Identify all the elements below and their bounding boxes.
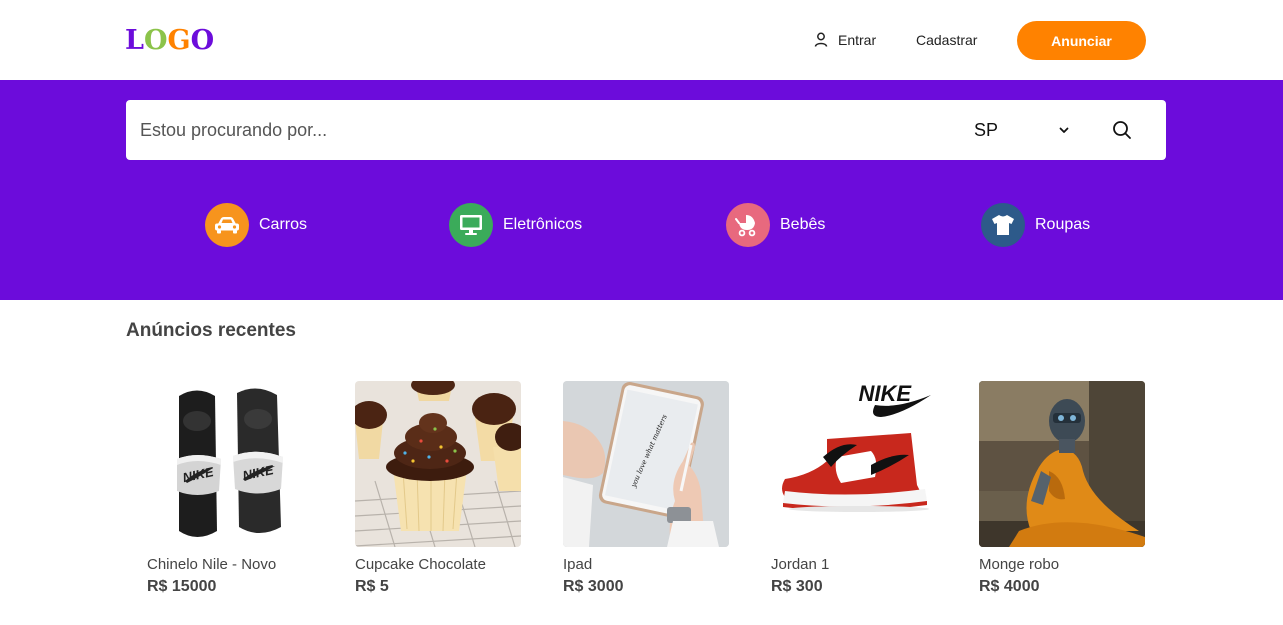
slides-image: NIKE NIKE [147,381,313,547]
register-link[interactable]: Cadastrar [916,30,977,50]
cupcake-image [355,381,521,547]
state-select-value: SP [974,119,999,140]
tablet-image: you love what matters [563,381,729,547]
category-label: Carros [259,216,308,233]
login-link[interactable]: Entrar [814,30,876,50]
search-banner: SP Carros [0,80,1283,300]
ad-title: Monge robo [979,556,1060,573]
ad-price: R$ 4000 [979,578,1040,595]
ad-title: Chinelo Nile - Novo [147,556,277,573]
post-ad-button[interactable]: Anunciar [1017,21,1146,60]
robot-monk-image [979,381,1145,547]
state-select[interactable]: SP [974,118,1070,142]
ad-card[interactable]: you love what matters Ipad R$ 3000 [563,381,729,596]
ad-price: R$ 300 [771,578,823,595]
ad-title: Cupcake Chocolate [355,556,486,573]
ad-price: R$ 3000 [563,578,624,595]
car-icon [205,203,249,247]
ad-price: R$ 5 [355,578,389,595]
search-icon [1113,121,1131,139]
category-label: Eletrônicos [503,216,583,233]
stroller-icon [726,203,770,247]
ad-title: Jordan 1 [771,556,830,573]
section-title: Anúncios recentes [126,320,296,341]
monitor-icon [449,203,493,247]
logo-letter: O [143,25,168,56]
ad-card[interactable]: NIKE Jordan 1 R$ 300 [771,381,937,596]
chevron-down-icon [1059,127,1069,133]
logo[interactable]: LOGO [125,26,214,56]
top-header: LOGO Entrar Cadastrar Anunciar [0,0,1283,80]
category-cars[interactable]: Carros [205,203,307,247]
category-clothes[interactable]: Roupas [981,203,1090,247]
category-electronics[interactable]: Eletrônicos [449,203,582,247]
search-button[interactable] [1110,118,1134,142]
category-babies[interactable]: Bebês [726,203,825,247]
search-bar: SP [126,100,1166,160]
search-input[interactable] [140,118,900,142]
sneaker-brand-text: NIKE [858,381,912,406]
logo-letter: L [125,25,144,56]
category-label: Roupas [1035,216,1091,233]
login-label: Entrar [838,32,877,48]
category-label: Bebês [780,216,826,233]
ad-card[interactable]: NIKE NIKE Chinelo Nile - Novo R$ 15000 [147,381,313,596]
ad-card[interactable]: Cupcake Chocolate R$ 5 [355,381,521,596]
sneaker-image: NIKE [771,381,937,547]
logo-letter: O [190,25,215,56]
ad-card[interactable]: Monge robo R$ 4000 [979,381,1145,596]
ad-title: Ipad [563,556,593,573]
user-icon [814,32,828,47]
tshirt-icon [981,203,1025,247]
logo-letter: G [167,25,191,56]
ad-price: R$ 15000 [147,578,217,595]
